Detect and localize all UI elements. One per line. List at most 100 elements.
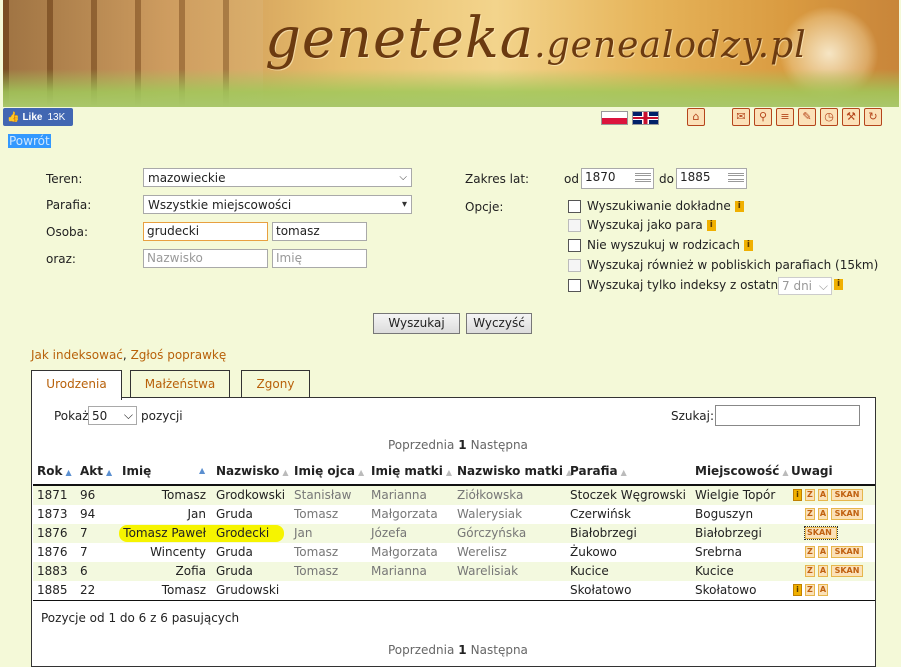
osoba-name-input[interactable]: tomasz — [272, 222, 367, 241]
email-icon[interactable]: ✉ — [732, 108, 750, 126]
parafia-select[interactable]: Wszystkie miejscowości ▾ — [143, 195, 412, 214]
current-page[interactable]: 1 — [458, 643, 466, 657]
back-link[interactable]: Powrót — [8, 134, 51, 148]
tab-zgony[interactable]: Zgony — [241, 370, 310, 398]
col-imie[interactable]: Imię — [122, 464, 151, 478]
clock-icon[interactable]: ◷ — [820, 108, 838, 126]
osoba-surname-input[interactable]: grudecki — [143, 222, 268, 241]
current-page[interactable]: 1 — [458, 438, 466, 452]
tab-urodzenia[interactable]: Urodzenia — [31, 370, 122, 400]
oraz-label: oraz: — [46, 252, 76, 266]
tools-icon[interactable]: ⚒ — [842, 108, 860, 126]
edit-icon[interactable]: ✎ — [798, 108, 816, 126]
table-row[interactable]: 1885 22 Tomasz Grudowski Skołatowo Skoła… — [33, 581, 875, 600]
table-row[interactable]: 1876 7 Wincenty Gruda Tomasz Małgorzata … — [33, 543, 875, 562]
parafia-label: Parafia: — [46, 198, 92, 212]
exact-search-checkbox[interactable] — [568, 200, 581, 213]
show-label: Pokaż — [54, 409, 89, 423]
skan-button[interactable]: SKAN — [804, 526, 838, 540]
spinner-icon[interactable] — [635, 173, 651, 182]
teren-select-value: mazowieckie — [148, 170, 226, 185]
home-icon[interactable]: ⌂ — [687, 108, 705, 126]
page-length-select[interactable]: 50 ⌵ — [88, 406, 137, 425]
polish-flag-icon[interactable] — [601, 111, 628, 125]
info-icon[interactable]: i — [734, 201, 744, 212]
year-from-value: 1870 — [585, 170, 616, 184]
refresh-icon[interactable]: ↻ — [864, 108, 882, 126]
year-from-input[interactable]: 1870 — [581, 168, 654, 189]
facebook-like-button[interactable]: 👍 Like 13K — [3, 108, 73, 126]
z-button[interactable]: Z — [805, 489, 815, 501]
a-button[interactable]: A — [817, 508, 829, 520]
col-nazwisko[interactable]: Nazwisko ▲ — [216, 464, 289, 478]
exact-search-option: Wyszukiwanie dokładne i — [587, 199, 744, 213]
recent-only-checkbox[interactable] — [568, 279, 581, 292]
search-icon[interactable]: ⚲ — [754, 108, 772, 126]
report-fix-link[interactable]: Zgłoś poprawkę — [131, 348, 227, 362]
search-button[interactable]: Wyszukaj — [373, 313, 460, 334]
col-rok[interactable]: Rok ▲ — [37, 464, 72, 478]
skan-button[interactable]: SKAN — [831, 546, 864, 558]
info-icon[interactable]: i — [743, 240, 753, 251]
table-search-input[interactable] — [715, 405, 860, 426]
list-icon[interactable]: ≡ — [776, 108, 794, 126]
cell-parafia: Stoczek Węgrowski — [570, 488, 686, 502]
year-to-input[interactable]: 1885 — [676, 168, 747, 189]
nearby-parishes-checkbox[interactable] — [568, 259, 581, 272]
a-button[interactable]: A — [817, 546, 829, 558]
exclude-parents-checkbox[interactable] — [568, 239, 581, 252]
oraz-name-input[interactable]: Imię — [272, 249, 367, 268]
pair-search-option: Wyszukaj jako para i — [587, 218, 716, 232]
z-button[interactable]: Z — [805, 584, 815, 596]
info-icon[interactable]: i — [793, 584, 802, 596]
table-row[interactable]: 1883 6 Zofia Gruda Tomasz Marianna Warel… — [33, 562, 875, 581]
a-button[interactable]: A — [817, 565, 829, 577]
zakres-label: Zakres lat: — [465, 172, 530, 186]
next-page-link[interactable]: Następna — [471, 438, 528, 452]
cell-parafia: Żukowo — [570, 545, 617, 559]
tab-malzenstwa[interactable]: Małżeństwa — [130, 370, 230, 398]
days-select[interactable]: 7 dni ⌵ — [778, 277, 832, 295]
opcje-label: Opcje: — [465, 200, 504, 214]
skan-button[interactable]: SKAN — [831, 565, 864, 577]
col-imie-ojca[interactable]: Imię ojca ▲ — [294, 464, 364, 478]
chevron-down-icon: ⌵ — [399, 172, 407, 183]
site-logo: geneteka.genealodzy.pl — [265, 6, 807, 71]
page-length-value: 50 — [92, 408, 108, 423]
z-button[interactable]: Z — [805, 508, 815, 520]
next-page-link[interactable]: Następna — [471, 643, 528, 657]
prev-page-link[interactable]: Poprzednia — [388, 438, 454, 452]
clear-button[interactable]: Wyczyść — [466, 313, 532, 334]
how-to-index-link[interactable]: Jak indeksować — [31, 348, 123, 362]
cell-nazwisko-matki: Werelisz — [457, 545, 507, 559]
table-row[interactable]: 1873 94 Jan Gruda Tomasz Małgorzata Wale… — [33, 505, 875, 524]
col-miejscowosc[interactable]: Miejscowość ▲ — [695, 464, 789, 478]
col-akt[interactable]: Akt ▲ — [80, 464, 112, 478]
table-row[interactable]: 1876 7 Tomasz Paweł Grodecki Jan Józefa … — [33, 524, 875, 543]
info-icon[interactable]: i — [834, 279, 843, 290]
a-button[interactable]: A — [817, 584, 829, 596]
site-banner[interactable]: geneteka.genealodzy.pl — [3, 0, 899, 107]
cell-imie-matki: Marianna — [371, 564, 427, 578]
uwagi-buttons: Z A SKAN — [805, 546, 864, 558]
oraz-surname-input[interactable]: Nazwisko — [143, 249, 268, 268]
col-imie-matki[interactable]: Imię matki ▲ — [371, 464, 452, 478]
sort-icon: ▲ — [445, 468, 452, 477]
a-button[interactable]: A — [817, 489, 829, 501]
pair-search-checkbox[interactable] — [568, 219, 581, 232]
info-icon[interactable]: i — [706, 220, 716, 231]
table-row[interactable]: 1871 96 Tomasz Grodkowski Stanisław Mari… — [33, 486, 875, 505]
prev-page-link[interactable]: Poprzednia — [388, 643, 454, 657]
teren-select[interactable]: mazowieckie ⌵ — [143, 168, 412, 187]
info-icon[interactable]: i — [793, 489, 802, 501]
english-flag-icon[interactable] — [632, 111, 659, 125]
skan-button[interactable]: SKAN — [831, 508, 864, 520]
z-button[interactable]: Z — [805, 565, 815, 577]
cell-rok: 1885 — [37, 583, 68, 597]
parafia-select-value: Wszystkie miejscowości — [148, 197, 292, 212]
col-nazwisko-matki[interactable]: Nazwisko matki ▲ — [457, 464, 572, 478]
spinner-icon[interactable] — [728, 173, 744, 182]
skan-button[interactable]: SKAN — [831, 489, 864, 501]
z-button[interactable]: Z — [805, 546, 815, 558]
col-parafia[interactable]: Parafia ▲ — [570, 464, 627, 478]
